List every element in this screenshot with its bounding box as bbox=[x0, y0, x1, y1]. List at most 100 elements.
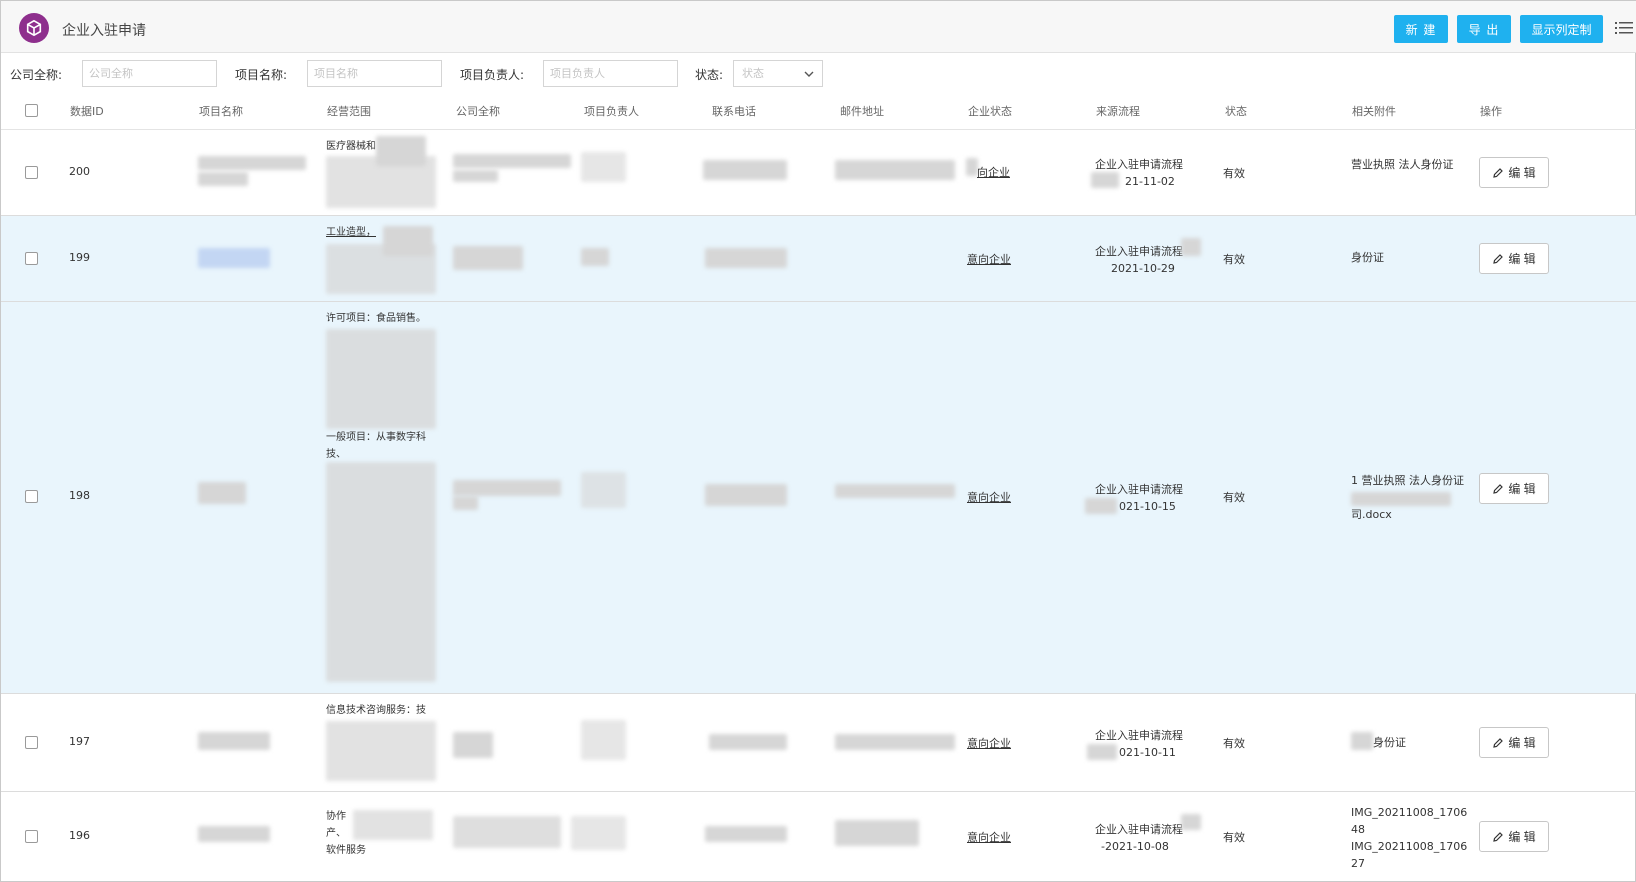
project-filter-label: 项目名称: bbox=[235, 68, 288, 82]
row-status: 有效 bbox=[1223, 491, 1245, 504]
redacted-source bbox=[1087, 744, 1117, 760]
redacted-scope bbox=[326, 329, 436, 429]
edit-label: 编 辑 bbox=[1508, 482, 1536, 496]
redacted-phone bbox=[705, 826, 787, 842]
col-header-phone: 联系电话 bbox=[712, 105, 756, 118]
row-id: 197 bbox=[69, 735, 90, 748]
select-all-checkbox[interactable] bbox=[25, 104, 38, 117]
row-id: 200 bbox=[69, 165, 90, 178]
redacted-email bbox=[835, 820, 919, 846]
project-filter-input[interactable] bbox=[307, 60, 442, 87]
redacted-project-name bbox=[198, 732, 270, 750]
edit-label: 编 辑 bbox=[1508, 252, 1536, 266]
edit-label: 编 辑 bbox=[1508, 736, 1536, 750]
table-row: 197 信息技术咨询服务：技 意向企业 企业入驻申请流程 021-10-11 有… bbox=[1, 694, 1636, 792]
redacted-company bbox=[453, 170, 498, 182]
table-row: 198 许可项目：食品销售。 一般项目：从事数字科 技、 意向企业 企业入驻申请… bbox=[1, 302, 1636, 694]
col-header-scope: 经营范围 bbox=[327, 105, 371, 118]
redacted-scope bbox=[326, 156, 436, 208]
row-status: 有效 bbox=[1223, 253, 1245, 266]
company-status[interactable]: 意向企业 bbox=[967, 829, 1011, 845]
chevron-down-icon bbox=[804, 71, 814, 77]
company-status[interactable]: 向企业 bbox=[977, 164, 1010, 180]
owner-filter-label: 项目负责人: bbox=[460, 68, 525, 82]
pencil-icon bbox=[1493, 253, 1504, 264]
redacted-company bbox=[453, 480, 561, 496]
row-checkbox[interactable] bbox=[25, 166, 38, 179]
redacted-source bbox=[1181, 238, 1201, 256]
redacted-scope bbox=[326, 462, 436, 682]
row-id: 199 bbox=[69, 251, 90, 264]
edit-button[interactable]: 编 辑 bbox=[1479, 727, 1549, 758]
row-checkbox[interactable] bbox=[25, 736, 38, 749]
redacted-owner bbox=[581, 248, 609, 266]
row-id: 196 bbox=[69, 829, 90, 842]
col-header-owner: 项目负责人 bbox=[584, 105, 639, 118]
redacted-company bbox=[453, 154, 571, 168]
edit-button[interactable]: 编 辑 bbox=[1479, 821, 1549, 852]
redacted-phone bbox=[709, 734, 787, 750]
attachments[interactable]: 身份证 bbox=[1351, 249, 1481, 266]
table-row: 196 协作 产、 软件服务 意向企业 企业入驻申请流程 -2021-10-08… bbox=[1, 792, 1636, 882]
edit-label: 编 辑 bbox=[1508, 166, 1536, 180]
owner-filter-input[interactable] bbox=[543, 60, 678, 87]
redacted-owner bbox=[571, 816, 626, 850]
company-status[interactable]: 意向企业 bbox=[967, 735, 1011, 751]
status-filter-select[interactable]: 状态 bbox=[733, 60, 823, 87]
col-header-id: 数据ID bbox=[70, 105, 104, 118]
pencil-icon bbox=[1493, 831, 1504, 842]
redacted-project-name bbox=[198, 248, 270, 268]
table-row: 200 医疗器械和 向企业 企业入驻申请流程 21-11-02 有效 营业执照 … bbox=[1, 130, 1636, 216]
table-row: 199 工业造型， 意向企业 企业入驻申请流程 2021-10-29 有效 身份… bbox=[1, 216, 1636, 302]
redacted-source bbox=[1181, 814, 1201, 830]
list-menu-icon[interactable] bbox=[1615, 19, 1633, 37]
row-id: 198 bbox=[69, 489, 90, 502]
row-checkbox[interactable] bbox=[25, 830, 38, 843]
export-button[interactable]: 导 出 bbox=[1457, 15, 1511, 43]
redacted-owner bbox=[581, 152, 626, 182]
redacted-source bbox=[1085, 498, 1117, 514]
edit-button[interactable]: 编 辑 bbox=[1479, 157, 1549, 188]
col-header-email: 邮件地址 bbox=[840, 105, 884, 118]
redacted-attachment bbox=[1351, 732, 1373, 750]
redacted-scope bbox=[353, 810, 433, 840]
attachments[interactable]: IMG_20211008_1706 48 IMG_20211008_1706 2… bbox=[1351, 804, 1481, 872]
status-filter-label: 状态: bbox=[695, 68, 724, 82]
col-header-status: 状态 bbox=[1225, 105, 1247, 118]
row-status: 有效 bbox=[1223, 167, 1245, 180]
redacted-scope bbox=[326, 244, 436, 294]
pencil-icon bbox=[1493, 737, 1504, 748]
col-header-project: 项目名称 bbox=[199, 105, 243, 118]
row-checkbox[interactable] bbox=[25, 490, 38, 503]
redacted-email bbox=[835, 160, 955, 180]
col-header-company-status: 企业状态 bbox=[968, 105, 1012, 118]
redacted-scope bbox=[326, 721, 436, 781]
redacted-company bbox=[453, 496, 478, 510]
redacted-phone bbox=[705, 248, 787, 268]
filter-bar: 公司全称: 项目名称: 项目负责人: 状态: 状态 bbox=[1, 54, 1636, 92]
new-button[interactable]: 新 建 bbox=[1394, 15, 1448, 43]
row-status: 有效 bbox=[1223, 737, 1245, 750]
cube-icon bbox=[19, 13, 49, 43]
row-checkbox[interactable] bbox=[25, 252, 38, 265]
redacted-project-name bbox=[198, 172, 248, 186]
page-title: 企业入驻申请 bbox=[62, 23, 146, 39]
column-settings-button[interactable]: 显示列定制 bbox=[1520, 15, 1603, 43]
pencil-icon bbox=[1493, 167, 1504, 178]
redacted-email bbox=[835, 734, 955, 750]
col-header-company: 公司全称 bbox=[456, 105, 500, 118]
redacted-phone bbox=[705, 484, 787, 506]
edit-label: 编 辑 bbox=[1508, 830, 1536, 844]
edit-button[interactable]: 编 辑 bbox=[1479, 473, 1549, 504]
company-filter-input[interactable] bbox=[82, 60, 217, 87]
redacted-project-name bbox=[198, 156, 306, 170]
company-filter-label: 公司全称: bbox=[10, 68, 63, 82]
redacted-email bbox=[835, 484, 955, 498]
edit-button[interactable]: 编 辑 bbox=[1479, 243, 1549, 274]
table-header: 数据ID 项目名称 经营范围 公司全称 项目负责人 联系电话 邮件地址 企业状态… bbox=[1, 92, 1636, 130]
redacted-project-name bbox=[198, 482, 246, 504]
app-window: 企业入驻申请 新 建 导 出 显示列定制 公司全称: 项目名称: 项目负责人: … bbox=[0, 0, 1636, 882]
attachments[interactable]: 营业执照 法人身份证 bbox=[1351, 156, 1481, 173]
company-status[interactable]: 意向企业 bbox=[967, 251, 1011, 267]
company-status[interactable]: 意向企业 bbox=[967, 489, 1011, 505]
